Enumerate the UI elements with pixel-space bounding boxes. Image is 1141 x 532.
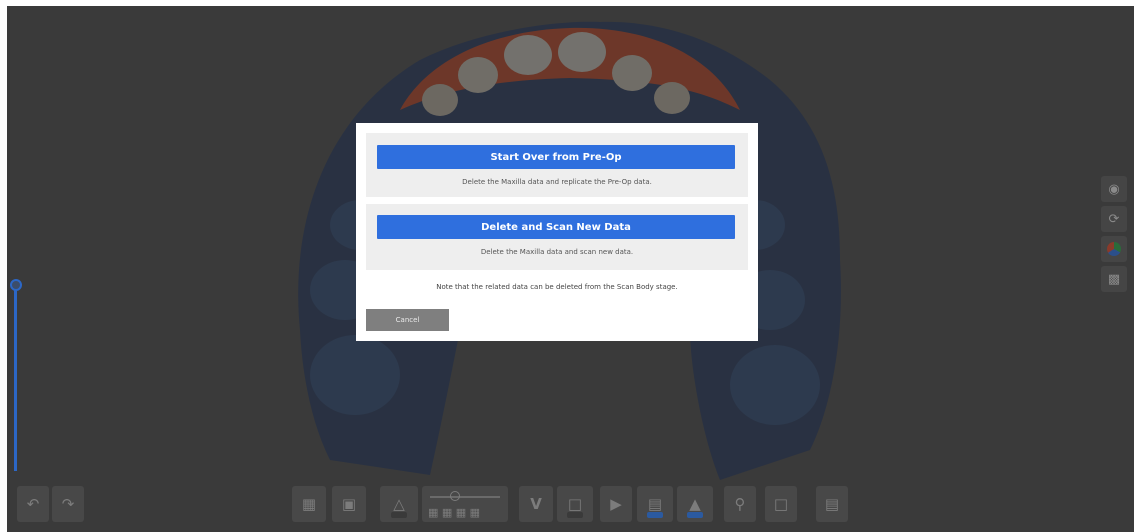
dialog-note: Note that the related data can be delete…	[436, 283, 678, 291]
data-view-icon[interactable]: ▤	[637, 486, 673, 522]
scan-area-icon[interactable]: ▦	[292, 486, 326, 522]
search-icon[interactable]: ⚲	[724, 486, 756, 522]
window-left-edge	[0, 0, 7, 532]
play-icon[interactable]: ▶	[600, 486, 632, 522]
undo-icon[interactable]: ↶	[17, 486, 49, 522]
delete-and-scan-button[interactable]: Delete and Scan New Data	[377, 215, 735, 239]
window-right-edge	[1134, 0, 1141, 532]
start-over-description: Delete the Maxilla data and replicate th…	[462, 178, 652, 186]
cancel-button[interactable]: Cancel	[366, 309, 449, 331]
option-delete-scan: Delete and Scan New Data Delete the Maxi…	[366, 204, 748, 270]
redo-icon[interactable]: ↷	[52, 486, 84, 522]
texture-icon[interactable]: ▩	[1101, 266, 1127, 292]
scan-body-icon[interactable]: ▲	[677, 486, 713, 522]
color-mode-icon[interactable]	[1101, 236, 1127, 262]
start-over-button[interactable]: Start Over from Pre-Op	[377, 145, 735, 169]
delete-icon[interactable]: □	[765, 486, 797, 522]
v-mode-icon[interactable]: V	[519, 486, 553, 522]
filter-icon[interactable]: △	[380, 486, 418, 522]
report-icon[interactable]: ▤	[816, 486, 848, 522]
depth-slider-icon[interactable]: ▦ ▦ ▦ ▦	[422, 486, 508, 522]
vertical-slider-handle[interactable]	[10, 279, 22, 291]
option-start-over: Start Over from Pre-Op Delete the Maxill…	[366, 133, 748, 197]
lock-area-icon[interactable]: ▣	[332, 486, 366, 522]
delete-options-dialog: Start Over from Pre-Op Delete the Maxill…	[356, 123, 758, 341]
delete-and-scan-description: Delete the Maxilla data and scan new dat…	[480, 248, 634, 256]
camera-icon[interactable]: ◉	[1101, 176, 1127, 202]
scan-frame-icon[interactable]: □	[557, 486, 593, 522]
vertical-slider-track[interactable]	[14, 286, 17, 471]
rotate-icon[interactable]: ⟳	[1101, 206, 1127, 232]
